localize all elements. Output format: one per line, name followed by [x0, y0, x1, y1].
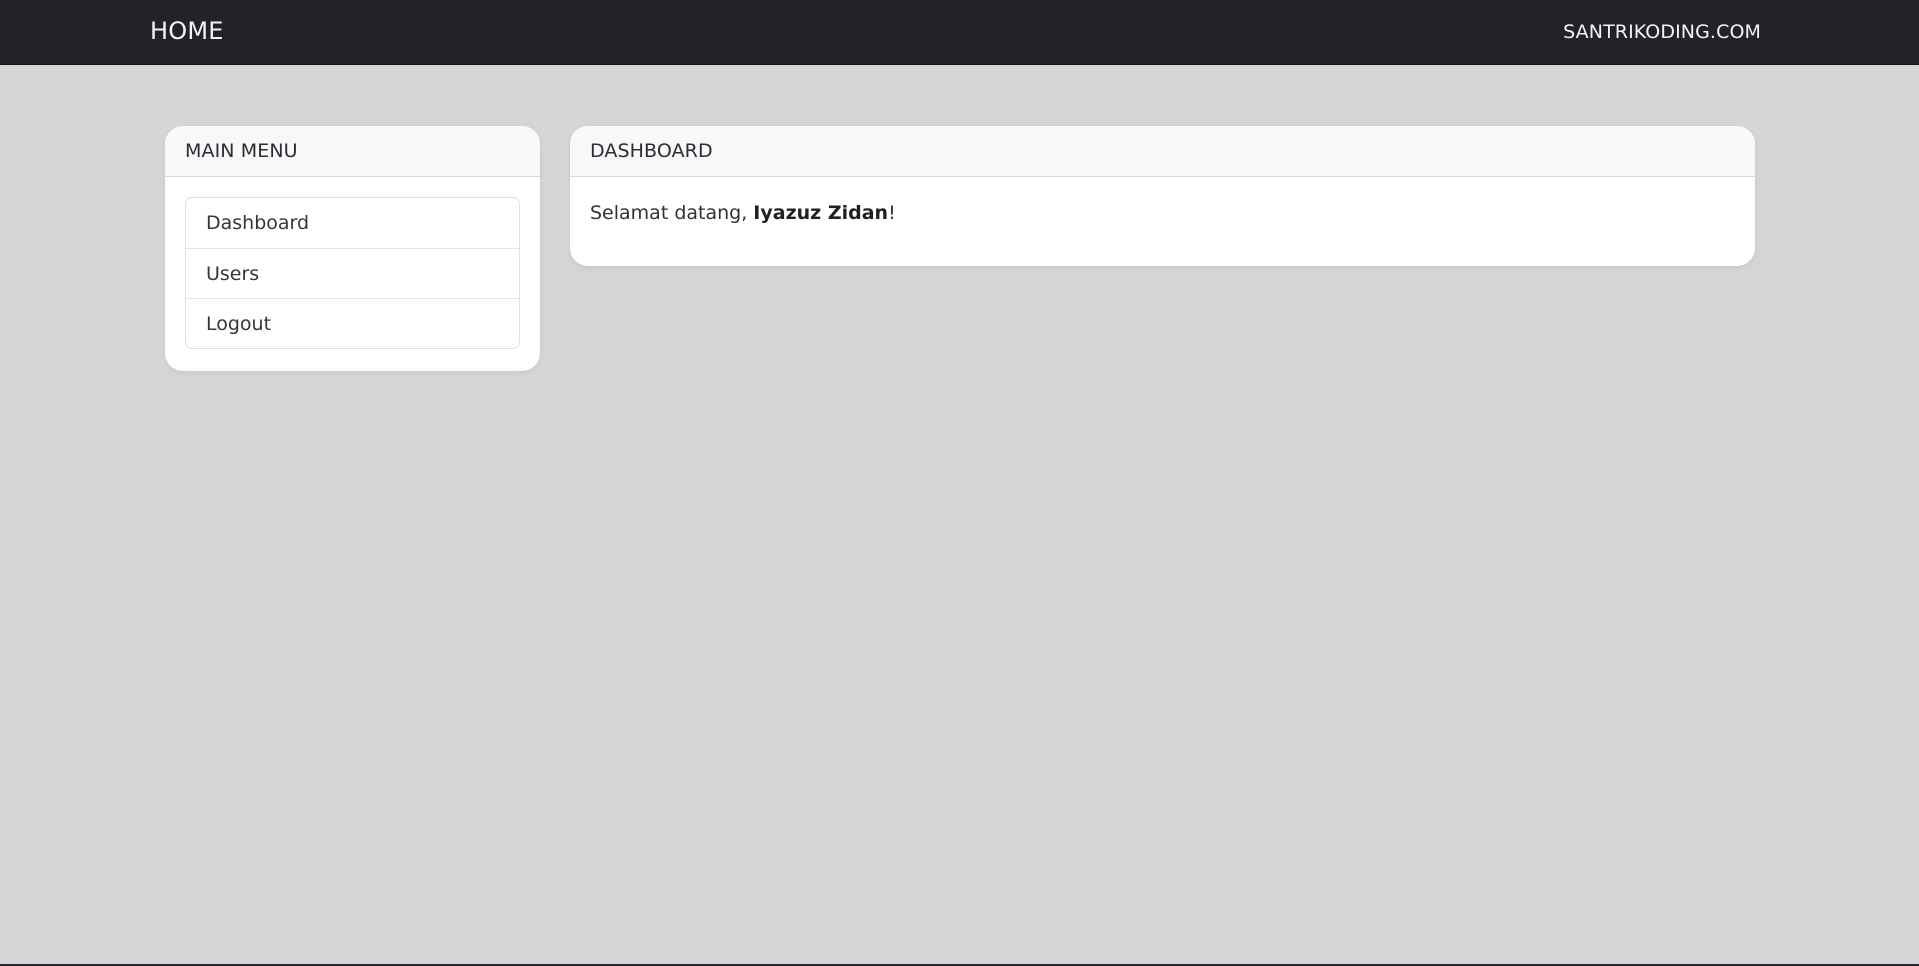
top-navbar: HOME SANTRIKODING.COM — [0, 0, 1919, 65]
main-menu-header: MAIN MENU — [165, 126, 540, 177]
menu-item-dashboard[interactable]: Dashboard — [186, 198, 519, 248]
dashboard-card: DASHBOARD Selamat datang, Iyazuz Zidan! — [570, 126, 1755, 266]
welcome-user-name: Iyazuz Zidan — [753, 202, 889, 224]
menu-item-label: Dashboard — [206, 212, 310, 234]
site-link[interactable]: SANTRIKODING.COM — [1563, 20, 1761, 44]
menu-item-label: Logout — [206, 312, 272, 335]
main-menu-title: MAIN MENU — [185, 140, 298, 162]
menu-item-label: Users — [206, 262, 260, 285]
dashboard-title: DASHBOARD — [590, 140, 713, 162]
menu-item-logout[interactable]: Logout — [186, 298, 519, 348]
home-link[interactable]: HOME — [150, 17, 224, 45]
welcome-suffix: ! — [888, 202, 896, 224]
welcome-prefix: Selamat datang, — [590, 202, 754, 224]
main-menu-list: Dashboard Users Logout — [185, 197, 520, 349]
menu-item-users[interactable]: Users — [186, 248, 519, 298]
main-menu-card: MAIN MENU Dashboard Users Logout — [165, 126, 540, 371]
dashboard-header: DASHBOARD — [570, 126, 1755, 177]
dashboard-body: Selamat datang, Iyazuz Zidan! — [570, 177, 1755, 249]
